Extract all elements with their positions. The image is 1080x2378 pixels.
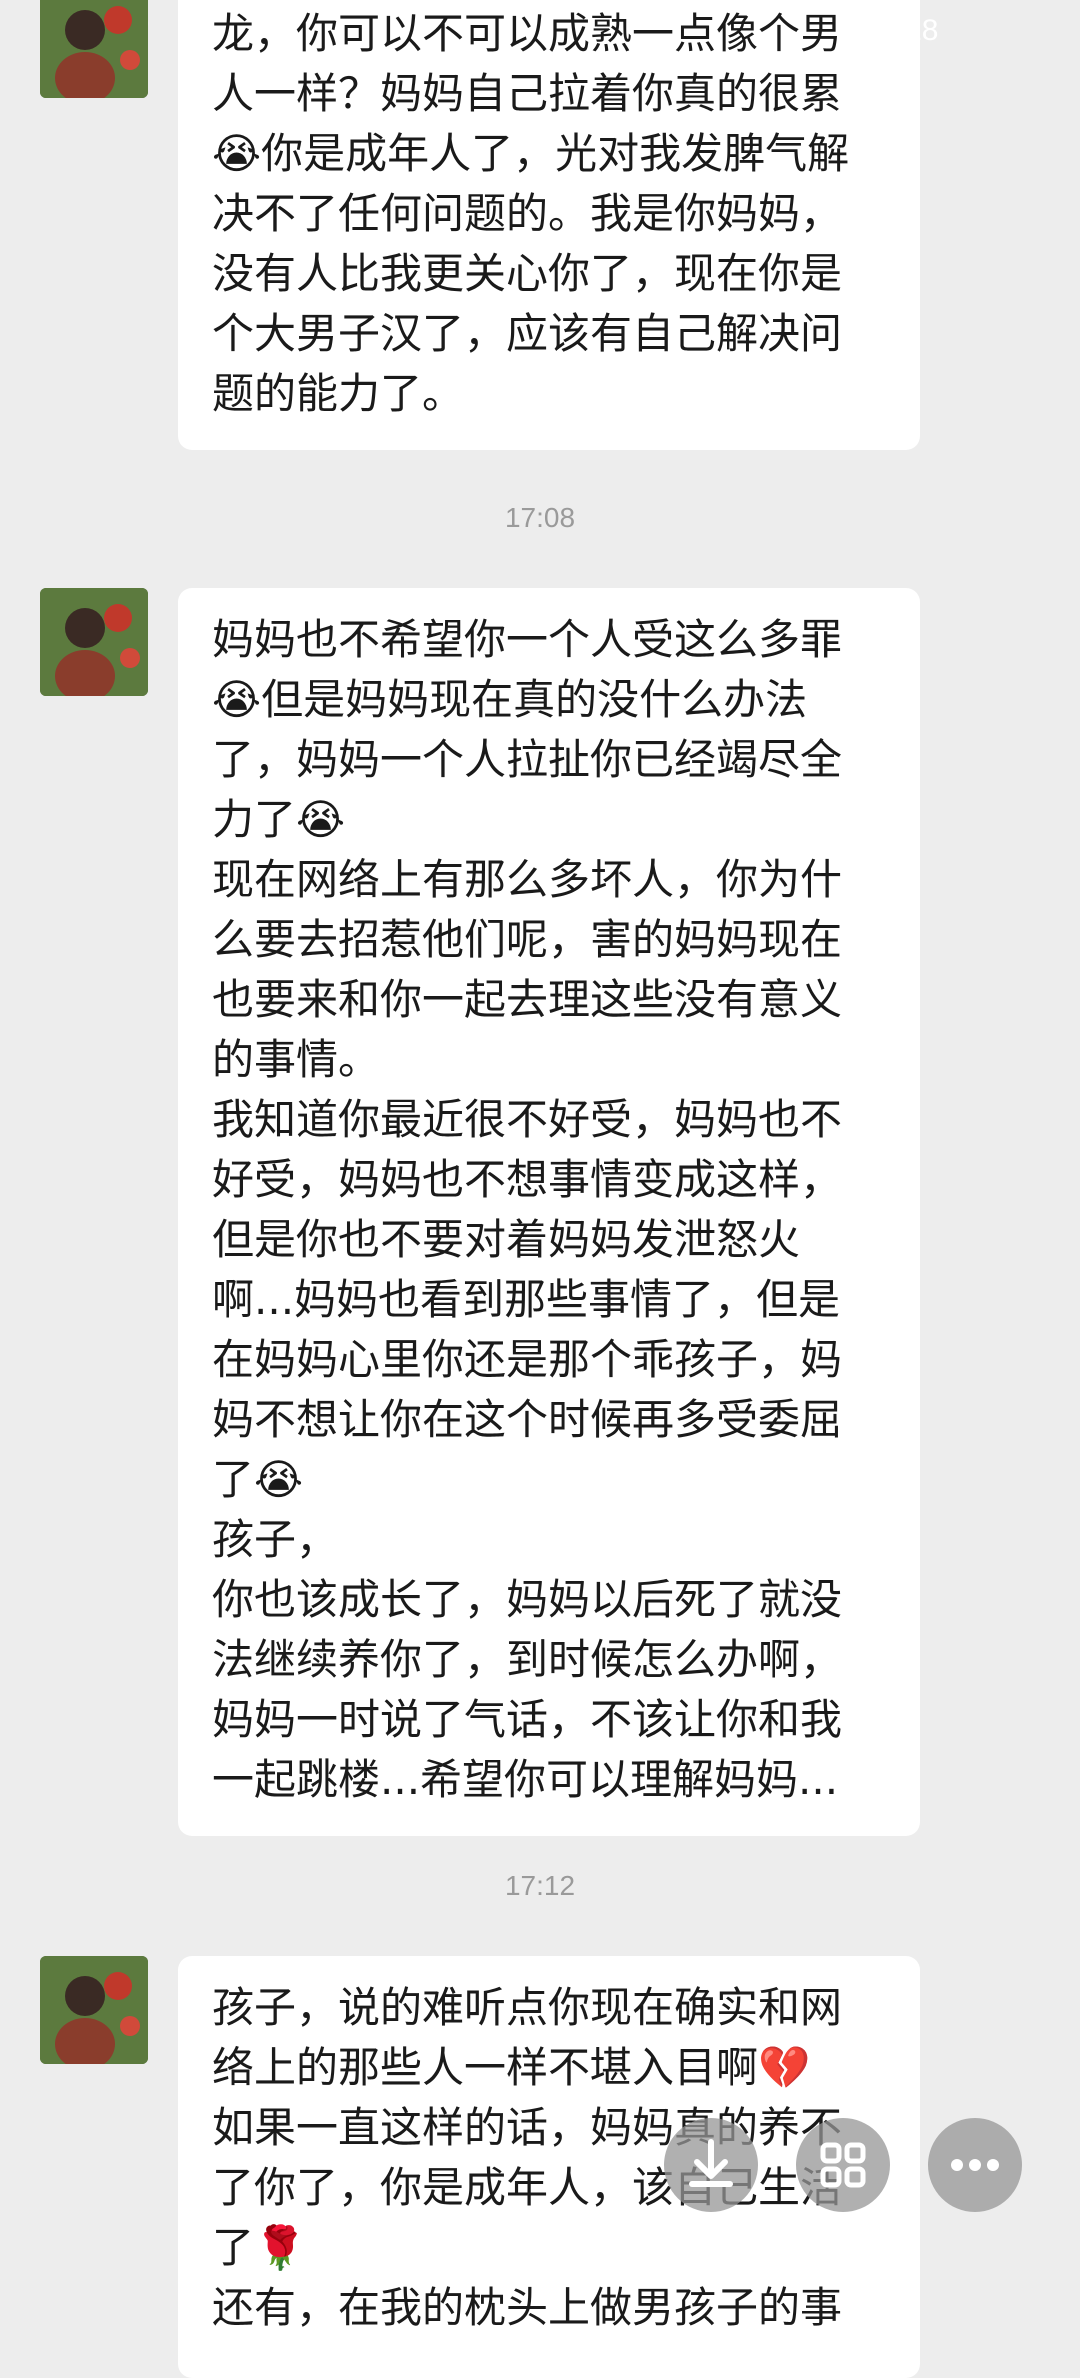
timestamp: 17:12: [504, 1870, 576, 1901]
avatar-photo-icon: [40, 1956, 148, 2064]
message-line: 的事情。: [212, 1035, 381, 1084]
message-line: 么要去招惹他们呢，害的妈妈现在: [212, 915, 843, 964]
message-line: 还有，在我的枕头上做男孩子的事: [212, 2283, 843, 2332]
message-line: 妈不想让你在这个时候再多受委屈: [212, 1395, 843, 1444]
message-line: 了你了，你是成年人，该自己生活: [212, 2163, 843, 2212]
grid-icon: [820, 2142, 866, 2188]
message-line: 龙，你可以不可以成熟一点像个男: [212, 9, 843, 58]
grid-button[interactable]: [796, 2118, 890, 2212]
message-line: 现在网络上有那么多坏人，你为什: [212, 855, 843, 904]
message-line: 力了😭: [212, 795, 346, 844]
message-line: 😭你是成年人了，光对我发脾气解: [212, 129, 850, 178]
message-line: 决不了任何问题的。我是你妈妈，: [212, 189, 843, 238]
message-line: 但是你也不要对着妈妈发泄怒火: [212, 1215, 801, 1264]
message-line: 你也该成长了，妈妈以后死了就没: [212, 1575, 843, 1624]
message-line: 人一样？妈妈自己拉着你真的很累: [212, 69, 843, 118]
message-line: 如果一直这样的话，妈妈真的养不: [212, 2103, 843, 2152]
message-line: 也要来和你一起去理这些没有意义: [212, 975, 843, 1024]
message-line: 孩子，: [212, 1515, 339, 1564]
message-line: 😭但是妈妈现在真的没什么办法: [212, 675, 808, 724]
more-icon: [951, 2159, 999, 2171]
message-line: 我知道你最近很不好受，妈妈也不: [212, 1095, 843, 1144]
message-line: 妈妈也不希望你一个人受这么多罪: [212, 615, 843, 664]
message-line: 没有人比我更关心你了，现在你是: [212, 249, 843, 298]
message-line: 一起跳楼...希望你可以理解妈妈...: [212, 1755, 839, 1804]
avatar-photo-icon: [40, 588, 148, 696]
message-line: 了，妈妈一个人拉扯你已经竭尽全: [212, 735, 843, 784]
timestamp: 17:08: [504, 502, 576, 533]
message-bubble[interactable]: 龙，你可以不可以成熟一点像个男 人一样？妈妈自己拉着你真的很累 😭你是成年人了，…: [178, 0, 920, 450]
more-button[interactable]: [928, 2118, 1022, 2212]
message-line: 题的能力了。: [212, 369, 465, 418]
message-line: 好受，妈妈也不想事情变成这样，: [212, 1155, 843, 1204]
message-line: 络上的那些人一样不堪入目啊💔: [212, 2043, 811, 2092]
message-line: 在妈妈心里你还是那个乖孩子，妈: [212, 1335, 843, 1384]
avatar-photo-icon: [40, 0, 148, 98]
message-line: 个大男子汉了，应该有自己解决问: [212, 309, 843, 358]
download-button[interactable]: [664, 2118, 758, 2212]
message-line: 了🌹: [212, 2223, 307, 2272]
message-line: 了😭: [212, 1455, 304, 1504]
avatar[interactable]: [40, 1956, 148, 2064]
message-line: 啊...妈妈也看到那些事情了，但是: [212, 1275, 841, 1324]
avatar[interactable]: [40, 0, 148, 98]
avatar[interactable]: [40, 588, 148, 696]
message-line: 孩子，说的难听点你现在确实和网: [212, 1983, 843, 2032]
message-bubble[interactable]: 妈妈也不希望你一个人受这么多罪 😭但是妈妈现在真的没什么办法 了，妈妈一个人拉扯…: [178, 588, 920, 1836]
download-icon: [689, 2139, 733, 2187]
message-line: 妈妈一时说了气话，不该让你和我: [212, 1695, 843, 1744]
message-line: 法继续养你了，到时候怎么办啊，: [212, 1635, 843, 1684]
